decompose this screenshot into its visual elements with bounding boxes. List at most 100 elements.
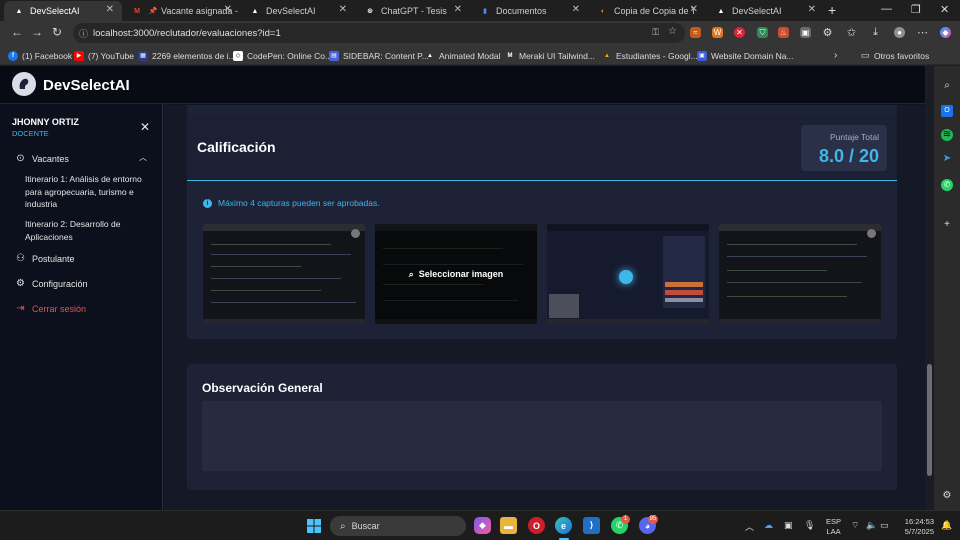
observacion-textarea[interactable] <box>202 401 882 471</box>
new-tab-button[interactable]: + <box>828 2 836 18</box>
screenshot-thumbnail-3[interactable] <box>547 224 709 324</box>
screenshot-grey-button <box>665 298 703 302</box>
extensions-puzzle-icon[interactable]: ⚙ <box>822 27 833 39</box>
telegram-icon[interactable]: ➤ <box>941 153 953 165</box>
copilot-icon[interactable]: ◆ <box>940 27 951 38</box>
extension-wave-icon[interactable]: ≈ <box>690 27 701 38</box>
close-tab-icon[interactable]: ✕ <box>572 4 580 15</box>
language-indicator[interactable]: ESP LAA <box>826 517 841 537</box>
outlook-icon[interactable]: O <box>941 105 953 117</box>
settings-icon[interactable]: ⚙ <box>941 490 953 502</box>
close-window-button[interactable]: ✕ <box>940 3 949 16</box>
bookmark-youtube[interactable]: ▶ (7) YouTube <box>74 49 134 62</box>
add-icon[interactable]: + <box>941 219 953 231</box>
select-image-overlay[interactable]: ⌕ Seleccionar imagen <box>375 224 537 324</box>
bookmark-website-domain[interactable]: ▣ Website Domain Na... <box>697 49 794 62</box>
copilot-taskbar-icon[interactable]: ◆ <box>474 517 491 534</box>
edge-icon[interactable]: e <box>555 517 572 534</box>
favorites-icon[interactable]: ✩ <box>846 27 857 39</box>
bookmark-facebook[interactable]: f (1) Facebook <box>8 49 72 62</box>
screenshot-thumbnail-1[interactable] <box>203 224 365 324</box>
screenshot-thumbnail-2[interactable]: ⌕ Seleccionar imagen <box>375 224 537 324</box>
calificacion-header: Calificación Puntaje Total 8.0 / 20 <box>187 115 897 181</box>
close-tab-icon[interactable]: ✕ <box>106 4 114 15</box>
scrollbar-thumb[interactable] <box>927 364 932 476</box>
clock[interactable]: 16:24:53 5/7/2025 <box>900 517 934 537</box>
sidebar-subitem-itinerario-2[interactable]: Itinerario 2: Desarrollo de Aplicaciones <box>25 218 153 243</box>
minimize-button[interactable]: — <box>881 3 892 15</box>
bookmark-estudiantes[interactable]: ▲ Estudiantes - Googl... <box>602 49 698 62</box>
windows-start-icon[interactable] <box>305 517 322 534</box>
info-icon: i <box>203 198 212 208</box>
bookmark-animated-modal[interactable]: ▲ Animated Modal <box>425 49 500 62</box>
more-menu-icon[interactable]: ⋯ <box>917 27 928 39</box>
extension-close-red-icon[interactable]: ✕ <box>734 27 745 38</box>
spotify-icon[interactable]: ≋ <box>941 129 953 141</box>
address-bar[interactable]: ⓘ localhost:3000/reclutador/evaluaciones… <box>73 23 685 43</box>
search-icon[interactable]: ⌕ <box>941 80 953 92</box>
bookmark-elementos[interactable]: ▦ 2269 elementos de i... <box>138 49 236 62</box>
screenshot-thumbnail-4[interactable] <box>719 224 881 324</box>
battery-icon[interactable]: ▭ <box>880 520 889 531</box>
extension-fire-icon[interactable]: ♨ <box>778 27 789 38</box>
close-tab-icon[interactable]: ✕ <box>808 4 816 15</box>
extension-square-icon[interactable]: ▣ <box>800 27 811 38</box>
maximize-button[interactable]: ❐ <box>911 3 921 16</box>
tab-vacante-asignada[interactable]: M 📌 Vacante asignada - ✕ <box>122 1 240 21</box>
extension-w-icon[interactable]: W <box>712 27 723 38</box>
shield-icon[interactable]: ⛉ <box>757 27 768 38</box>
bookmark-codepen[interactable]: ◇ CodePen: Online Co... <box>233 49 332 62</box>
chevron-right-icon[interactable]: › <box>834 49 837 62</box>
volume-icon[interactable]: 🔈 <box>866 520 877 531</box>
file-explorer-icon[interactable]: ▬ <box>500 517 517 534</box>
opera-icon[interactable]: O <box>528 517 545 534</box>
site-info-icon[interactable]: ⓘ <box>79 27 88 40</box>
sidebar-subitem-itinerario-1[interactable]: Itinerario 1: Análisis de entorno para a… <box>25 173 153 211</box>
gear-icon: ⚙ <box>16 278 25 289</box>
tab-devselectai-3[interactable]: ▲ DevSelectAI ✕ <box>706 1 824 21</box>
bookmark-meraki[interactable]: M Meraki UI Tailwind... <box>505 49 595 62</box>
sidebar-item-vacantes[interactable]: ⊙ Vacantes ︿ <box>15 153 150 164</box>
microphone-icon[interactable]: 🎙 <box>804 520 815 531</box>
edge-sidebar: ⌕ O ≋ ➤ ✆ + ⚙ <box>934 66 960 510</box>
bookmark-sidebar[interactable]: ▤ SIDEBAR: Content P... <box>329 49 429 62</box>
back-arrow-icon[interactable]: ← <box>11 25 23 39</box>
tab-devselectai-active[interactable]: ▲ DevSelectAI ✕ <box>4 1 122 21</box>
display-icon[interactable]: ▣ <box>784 520 793 531</box>
close-tab-icon[interactable]: ✕ <box>454 4 462 15</box>
screenshot-select-indicator-icon[interactable] <box>351 229 360 238</box>
key-icon[interactable]: ⚿ <box>652 27 659 38</box>
close-tab-icon[interactable]: ✕ <box>690 4 698 15</box>
loading-orb-icon <box>619 270 633 284</box>
score-label: Puntaje Total <box>830 132 879 142</box>
page-scrollbar[interactable] <box>925 66 934 510</box>
profile-avatar-icon[interactable]: ● <box>894 27 905 38</box>
discord-badge: 95 <box>648 515 658 524</box>
close-tab-icon[interactable]: ✕ <box>339 4 347 15</box>
tab-devselectai-2[interactable]: ▲ DevSelectAI ✕ <box>240 1 355 21</box>
score-box: Puntaje Total 8.0 / 20 <box>801 125 887 171</box>
screenshot-select-indicator-icon[interactable] <box>867 229 876 238</box>
star-icon[interactable]: ☆ <box>668 26 677 37</box>
show-hidden-icons-icon[interactable]: ︿ <box>745 520 754 533</box>
close-tab-icon[interactable]: ✕ <box>224 4 232 15</box>
wifi-icon[interactable]: ⌔ <box>851 520 859 531</box>
tab-chatgpt-tesis[interactable]: ⊛ ChatGPT - Tesis ✕ <box>355 1 470 21</box>
tab-copia-tesis[interactable]: ◐ Copia de Copia de TESIS ✕ <box>588 1 706 21</box>
forward-arrow-icon[interactable]: → <box>31 25 43 39</box>
sidebar-item-cerrar-sesion[interactable]: ⇥ Cerrar sesión <box>15 303 86 314</box>
vscode-icon[interactable]: ⟩ <box>583 517 600 534</box>
reload-icon[interactable]: ↻ <box>52 25 62 39</box>
close-sidebar-icon[interactable]: ✕ <box>140 120 150 134</box>
sidebar-item-configuracion[interactable]: ⚙ Configuración <box>15 278 88 289</box>
chevron-up-icon[interactable]: ︿ <box>139 152 147 163</box>
tab-documentos[interactable]: ▮ Documentos ✕ <box>470 1 588 21</box>
screenshot-red-button <box>665 290 703 295</box>
taskbar-search[interactable]: ⌕ Buscar <box>330 516 466 536</box>
bookmark-otros-favoritos[interactable]: ▭ Otros favoritos <box>860 49 930 62</box>
onedrive-icon[interactable]: ☁ <box>764 520 773 531</box>
notifications-icon[interactable]: 🔔 <box>941 520 952 531</box>
whatsapp-icon[interactable]: ✆ <box>941 179 953 191</box>
sidebar-item-postulante[interactable]: ⚇ Postulante <box>15 253 75 264</box>
download-icon[interactable]: ⤓ <box>870 26 881 38</box>
